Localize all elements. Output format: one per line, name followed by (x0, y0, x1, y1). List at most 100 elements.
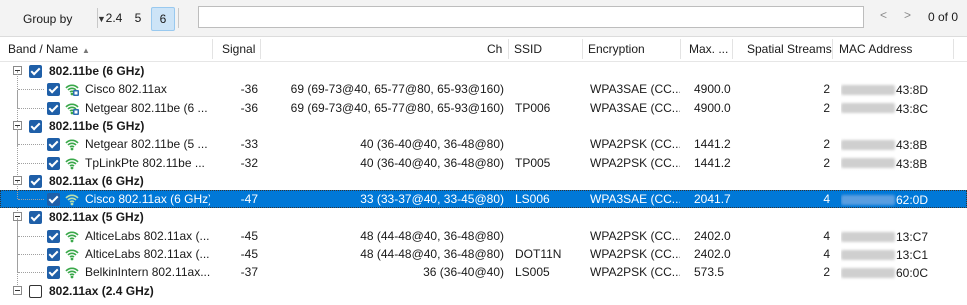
max-rate-value: 573.5 (694, 265, 725, 280)
ssid-value: LS005 (515, 265, 550, 280)
column-ssid[interactable]: SSID (514, 37, 542, 61)
tree-connector (18, 272, 44, 274)
channel-value: 69 (69-73@40, 65-77@80, 65-93@160) (290, 82, 504, 97)
column-max-rate[interactable]: Max. ... (689, 37, 728, 61)
max-rate-value: 1441.2 (694, 137, 731, 152)
band-group-row[interactable]: 802.11ax (2.4 GHz) (0, 282, 967, 300)
encryption-value: WPA2PSK (CC... (590, 137, 680, 152)
group-label: 802.11be (5 GHz) (49, 118, 145, 133)
wifi-icon (64, 136, 80, 152)
sort-ascending-icon: ▲ (82, 46, 90, 55)
signal-value: -47 (240, 192, 258, 207)
band-group-row[interactable]: 802.11ax (6 GHz) (0, 172, 967, 190)
toolbar-divider (97, 8, 98, 28)
tree-connector (17, 236, 18, 254)
group-checkbox[interactable] (29, 119, 42, 133)
network-name: TpLinkPte 802.11be ... (85, 155, 205, 170)
ssid-value (515, 80, 581, 98)
network-checkbox[interactable] (47, 266, 60, 280)
spatial-streams-value: 4 (823, 247, 830, 261)
redacted-mac-prefix (841, 158, 895, 169)
mac-address-value: 60:0C (841, 263, 961, 281)
mac-address-value: 62:0D (841, 190, 961, 208)
mac-address-value: 43:8B (841, 135, 961, 153)
channel-value: 36 (36-40@40) (423, 265, 504, 280)
column-encryption[interactable]: Encryption (588, 37, 645, 61)
encryption-value: WPA2PSK (CC... (590, 155, 680, 170)
group-checkbox[interactable] (29, 65, 42, 78)
wifi-icon (64, 191, 80, 207)
network-row[interactable]: AlticeLabs 802.11ax (... -45 48 (44-48@40,… (0, 217, 967, 245)
group-label: 802.11ax (2.4 GHz) (49, 283, 154, 298)
network-checkbox[interactable] (47, 229, 60, 243)
network-name: Netgear 802.11be (5 ... (85, 137, 208, 152)
channel-value: 48 (44-48@40, 36-48@80) (360, 247, 504, 261)
collapse-toggle-icon[interactable] (13, 285, 22, 295)
network-row[interactable]: AlticeLabs 802.11ax (... -45 48 (44-48@40,… (0, 236, 967, 263)
channel-value: 33 (33-37@40, 33-45@80) (360, 192, 504, 207)
mac-address-value: 43:8C (841, 99, 961, 117)
group-label: 802.11be (6 GHz) (49, 64, 145, 78)
spatial-streams-value: 2 (823, 265, 830, 280)
network-row[interactable]: BelkinIntern 802.11ax... -37 36 (36-40@40)… (0, 254, 967, 281)
signal-value: -32 (240, 155, 258, 170)
signal-value: -36 (240, 100, 258, 115)
network-row[interactable]: Netgear 802.11be (6 ... -36 69 (69-73@40, … (0, 89, 967, 117)
ssid-value: TP005 (515, 155, 551, 170)
signal-value: -33 (240, 137, 258, 152)
search-input[interactable] (198, 6, 864, 28)
tree-connector (18, 254, 44, 255)
encryption-value: WPA3SAE (CC... (590, 82, 680, 97)
network-checkbox[interactable] (47, 101, 60, 115)
network-row[interactable]: Cisco 802.11ax -36 69 (69-73@40, 65-77@80,… (0, 71, 967, 98)
band-group-row[interactable]: 802.11be (6 GHz) (0, 62, 967, 80)
network-checkbox[interactable] (47, 83, 60, 97)
network-name: BelkinIntern 802.11ax... (85, 265, 210, 280)
column-signal[interactable]: Signal (222, 37, 255, 61)
signal-value: -37 (240, 265, 258, 280)
spatial-streams-value: 2 (823, 137, 830, 152)
network-checkbox[interactable] (47, 248, 60, 261)
channel-value: 40 (36-40@40, 36-48@80) (360, 137, 504, 152)
band-filter-5-button[interactable]: 5 (128, 7, 148, 29)
next-match-button[interactable]: > (904, 8, 911, 22)
spatial-streams-value: 4 (823, 192, 830, 207)
toolbar-divider (178, 8, 179, 28)
band-group-row[interactable]: 802.11be (5 GHz) (0, 117, 967, 135)
ssid-value: DOT11N (515, 247, 562, 261)
column-band-name[interactable]: Band / Name ▲ (8, 37, 90, 61)
mac-address-value: 13:C1 (841, 245, 961, 263)
redacted-mac-prefix (841, 103, 895, 114)
max-rate-value: 2402.0 (694, 228, 731, 243)
previous-match-button[interactable]: < (880, 8, 887, 22)
network-checkbox[interactable] (47, 193, 60, 207)
column-mac-address[interactable]: MAC Address (839, 37, 912, 61)
channel-value: 40 (36-40@40, 36-48@80) (360, 155, 504, 170)
max-rate-value: 4900.0 (694, 100, 731, 115)
tree-connector (17, 71, 18, 90)
encryption-value: WPA3SAE (CC... (590, 192, 680, 207)
column-spatial-streams[interactable]: Spatial Streams (747, 37, 832, 61)
network-row[interactable]: Cisco 802.11ax (6 GHz) -47 33 (33-37@40, 3… (0, 181, 967, 209)
tree-connector (17, 126, 18, 145)
network-row[interactable]: Netgear 802.11be (5 ... -33 40 (36-40@40, … (0, 126, 967, 153)
signal-value: -36 (240, 82, 258, 97)
network-checkbox[interactable] (47, 138, 60, 152)
network-checkbox[interactable] (47, 156, 60, 170)
ssid-value (515, 227, 581, 245)
band-filter-6-button[interactable]: 6 (151, 7, 175, 31)
redacted-mac-prefix (841, 140, 895, 151)
band-filter-2-4-button[interactable]: 2.4 (104, 7, 124, 29)
tree-connector (18, 199, 44, 201)
network-row[interactable]: TpLinkPte 802.11be ... -32 40 (36-40@40, 3… (0, 144, 967, 172)
group-checkbox[interactable] (29, 174, 42, 188)
group-checkbox[interactable] (29, 211, 42, 225)
band-group-row[interactable]: 802.11ax (5 GHz) (0, 208, 967, 226)
group-checkbox[interactable] (29, 284, 42, 298)
mac-address-value: 43:8B (841, 154, 961, 172)
tree-connector (18, 144, 44, 146)
tree-connector (17, 144, 18, 163)
column-channel[interactable]: Ch (487, 37, 502, 61)
ssid-value: LS006 (515, 192, 550, 207)
group-by-dropdown[interactable]: Group by ▼ (12, 7, 106, 31)
